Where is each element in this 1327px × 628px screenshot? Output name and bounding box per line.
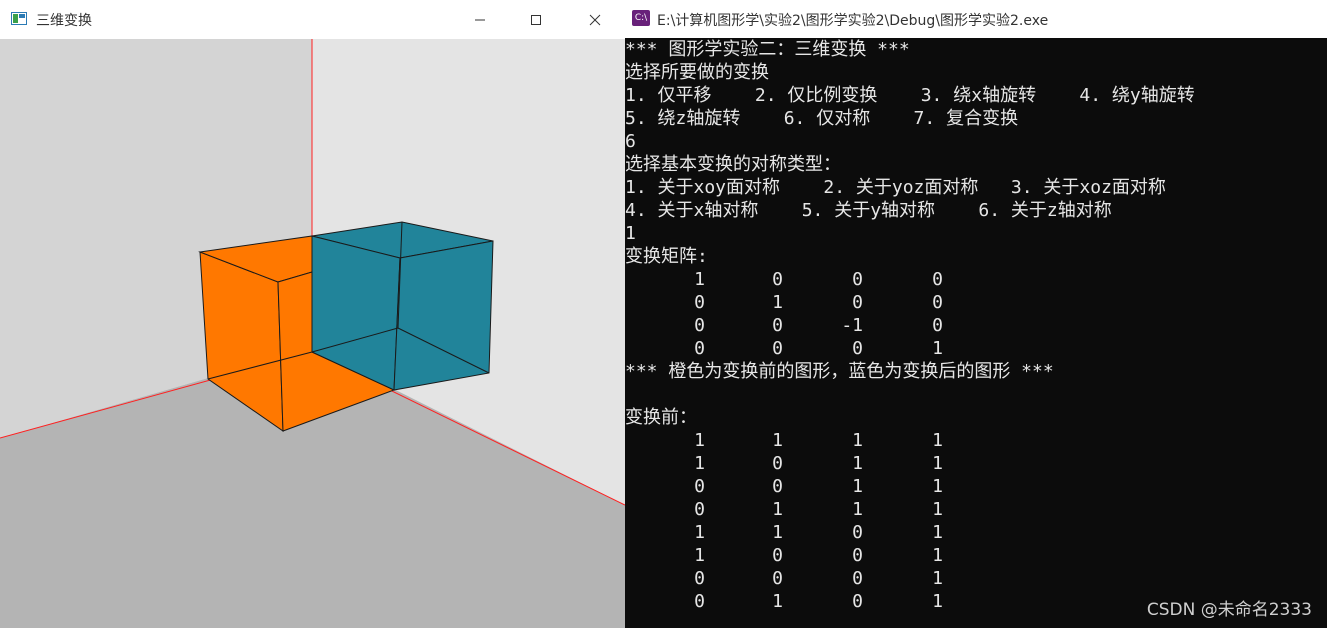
3d-canvas — [0, 39, 625, 628]
maximize-icon — [531, 14, 541, 25]
before-cell: 0 — [772, 453, 783, 474]
matrix-cell: 0 — [694, 292, 705, 313]
console-window: C:\ E:\计算机图形学\实验2\图形学实验2\Debug\图形学实验2.ex… — [625, 0, 1327, 628]
matrix-cell: 0 — [772, 338, 783, 359]
console-line: *** 图形学实验二：三维变换 *** — [625, 39, 910, 60]
matrix-cell: 1 — [772, 292, 783, 313]
before-cell: 0 — [694, 476, 705, 497]
app-icon — [11, 12, 27, 25]
before-cell: 1 — [694, 453, 705, 474]
before-cell: 1 — [772, 591, 783, 612]
console-line: 5. 绕z轴旋转 6. 仅对称 7. 复合变换 — [625, 108, 1019, 129]
before-cell: 0 — [852, 545, 863, 566]
cube-after — [311, 221, 494, 391]
before-cell: 1 — [932, 591, 943, 612]
before-cell: 1 — [852, 430, 863, 451]
console-title: E:\计算机图形学\实验2\图形学实验2\Debug\图形学实验2.exe — [657, 13, 1049, 29]
before-cell: 1 — [932, 453, 943, 474]
matrix-cell: 0 — [932, 292, 943, 313]
console-before-label: 变换前： — [625, 407, 697, 428]
matrix-cell: 0 — [694, 338, 705, 359]
matrix-cell: 0 — [772, 269, 783, 290]
before-cell: 1 — [852, 476, 863, 497]
console-app-icon: C:\ — [632, 10, 650, 26]
before-cell: 1 — [772, 522, 783, 543]
window-title: 三维变换 — [36, 13, 92, 29]
before-cell: 1 — [932, 522, 943, 543]
console-output: *** 图形学实验二：三维变换 *** 选择所要做的变换 1. 仅平移 2. 仅… — [625, 38, 1327, 628]
matrix-cell: 1 — [694, 269, 705, 290]
before-cell: 0 — [772, 545, 783, 566]
matrix-cell: 0 — [852, 269, 863, 290]
before-cell: 1 — [694, 545, 705, 566]
before-cell: 0 — [852, 522, 863, 543]
before-cell: 1 — [772, 499, 783, 520]
before-cell: 0 — [852, 591, 863, 612]
matrix-cell: 0 — [932, 315, 943, 336]
before-cell: 1 — [932, 568, 943, 589]
before-cell: 0 — [694, 568, 705, 589]
matrix-cell: 0 — [932, 269, 943, 290]
console-line: 选择基本变换的对称类型： — [625, 154, 841, 175]
maximize-button[interactable] — [513, 0, 559, 39]
watermark: CSDN @未命名2333 — [1146, 600, 1312, 620]
console-line: 选择所要做的变换 — [625, 62, 769, 83]
matrix-cell: 0 — [852, 292, 863, 313]
close-button[interactable] — [572, 0, 618, 39]
before-cell: 1 — [932, 476, 943, 497]
console-line: 4. 关于x轴对称 5. 关于y轴对称 6. 关于z轴对称 — [625, 200, 1112, 221]
before-cell: 0 — [694, 591, 705, 612]
before-cell: 1 — [852, 499, 863, 520]
console-line: 6 — [625, 131, 636, 152]
minimize-icon — [475, 19, 485, 20]
before-cell: 0 — [852, 568, 863, 589]
console-line: 1. 关于xoy面对称 2. 关于yoz面对称 3. 关于xoz面对称 — [625, 177, 1166, 198]
matrix-cell: 0 — [852, 338, 863, 359]
render-window: 三维变换 — [0, 0, 625, 628]
matrix-cell: 0 — [772, 315, 783, 336]
matrix-cell: -1 — [841, 315, 863, 336]
before-cell: 1 — [932, 430, 943, 451]
console-line: 1 — [625, 223, 636, 244]
matrix-cell: 0 — [694, 315, 705, 336]
before-cell: 0 — [772, 476, 783, 497]
console-title-bar[interactable]: C:\ E:\计算机图形学\实验2\图形学实验2\Debug\图形学实验2.ex… — [625, 0, 1327, 38]
matrix-cell: 1 — [932, 338, 943, 359]
before-cell: 1 — [932, 499, 943, 520]
console-line: 1. 仅平移 2. 仅比例变换 3. 绕x轴旋转 4. 绕y轴旋转 — [625, 85, 1195, 106]
before-cell: 1 — [694, 522, 705, 543]
before-cell: 0 — [772, 568, 783, 589]
minimize-button[interactable] — [457, 0, 503, 39]
before-cell: 1 — [852, 453, 863, 474]
before-cell: 1 — [932, 545, 943, 566]
console-note: *** 橙色为变换前的图形，蓝色为变换后的图形 *** — [625, 361, 1054, 382]
before-cell: 0 — [694, 499, 705, 520]
console-line: 变换矩阵: — [625, 246, 708, 267]
title-bar[interactable]: 三维变换 — [0, 0, 625, 39]
before-cell: 1 — [772, 430, 783, 451]
before-cell: 1 — [694, 430, 705, 451]
close-icon — [589, 14, 601, 25]
